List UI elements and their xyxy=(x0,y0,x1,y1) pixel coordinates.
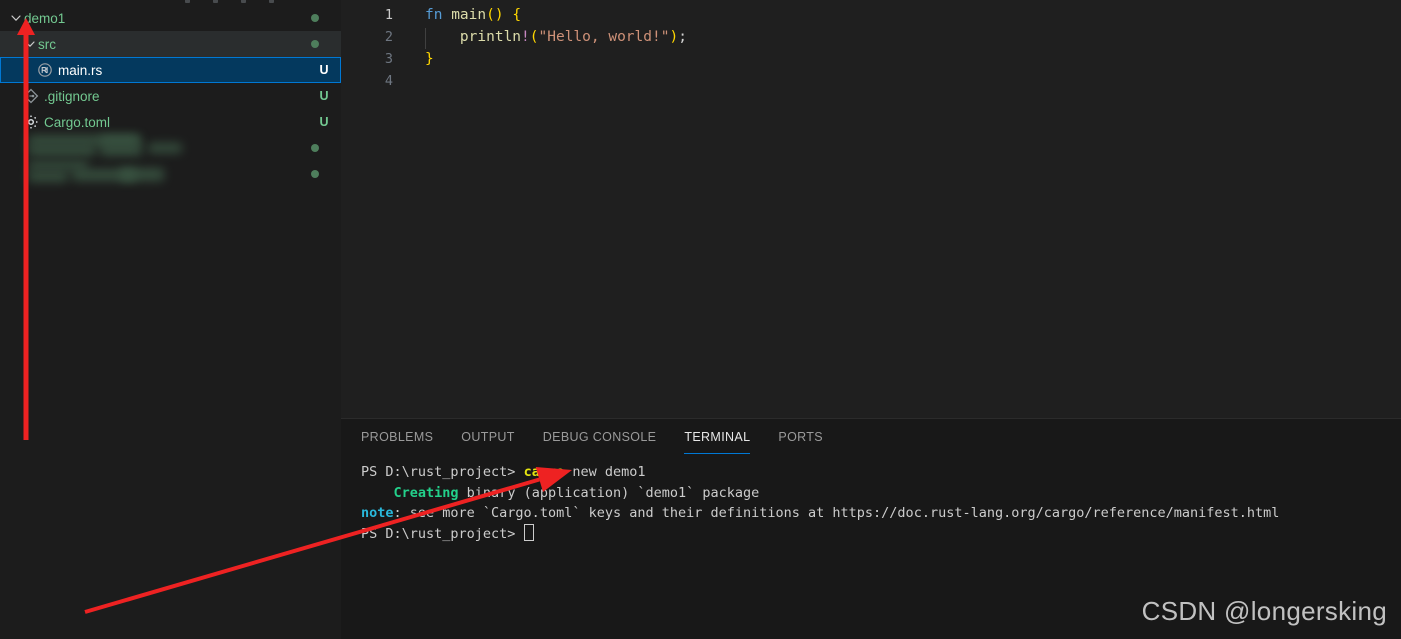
code-token: main xyxy=(451,7,487,23)
new-file-icon[interactable] xyxy=(185,0,190,3)
code-token: ; xyxy=(678,29,687,45)
tree-row-redacted[interactable] xyxy=(0,161,341,187)
redacted-blur xyxy=(28,171,68,182)
panel-tab-terminal[interactable]: TERMINAL xyxy=(684,419,751,454)
redacted-blur xyxy=(100,144,142,156)
rust-file-icon xyxy=(36,62,54,78)
line-number: 4 xyxy=(384,73,393,89)
code-editor[interactable]: 1 fn main() {2 println!("Hello, world!");… xyxy=(341,0,1401,418)
tree-file-cargo-toml[interactable]: Cargo.toml U xyxy=(0,109,341,135)
tree-item-label: demo1 xyxy=(24,10,66,26)
git-status-dot xyxy=(311,40,319,48)
terminal-text: PS D:\rust_project> xyxy=(361,464,524,480)
tree-folder-src[interactable]: src xyxy=(0,31,341,57)
panel-tab-output[interactable]: OUTPUT xyxy=(461,419,515,454)
panel-tab-problems[interactable]: PROBLEMS xyxy=(361,419,433,454)
terminal-line: PS D:\rust_project> xyxy=(361,523,1401,545)
terminal-line: note: see more `Cargo.toml` keys and the… xyxy=(361,503,1401,524)
line-number: 2 xyxy=(384,29,393,45)
git-status-badge: U xyxy=(319,89,329,103)
file-tree: demo1 src main.rs U .gitignore U Cargo.toml U xyxy=(0,5,341,187)
tree-item-label: Cargo.toml xyxy=(44,114,111,130)
code-text: } xyxy=(425,48,434,70)
new-folder-icon[interactable] xyxy=(213,0,218,3)
tree-item-label: src xyxy=(38,36,56,52)
code-token: println xyxy=(459,29,522,45)
tree-row-redacted[interactable] xyxy=(0,135,341,161)
code-token: { xyxy=(512,7,522,23)
panel-tab-debug-console[interactable]: DEBUG CONSOLE xyxy=(543,419,657,454)
chevron-down-icon[interactable] xyxy=(8,10,24,26)
terminal-text: note xyxy=(361,505,394,521)
git-status-badge: U xyxy=(319,115,329,129)
panel-tab-bar: PROBLEMS OUTPUT DEBUG CONSOLE TERMINAL PORTS xyxy=(341,419,851,454)
git-status-dot xyxy=(311,144,319,152)
code-token: () xyxy=(486,7,504,23)
panel-tab-ports[interactable]: PORTS xyxy=(778,419,823,454)
line-number: 1 xyxy=(384,7,393,23)
tree-file--gitignore[interactable]: .gitignore U xyxy=(0,83,341,109)
code-text: println!("Hello, world!"); xyxy=(425,26,687,48)
tree-item-label: main.rs xyxy=(58,62,103,78)
collapse-all-icon[interactable] xyxy=(269,0,274,3)
terminal-text: new demo1 xyxy=(564,464,646,480)
git-status-dot xyxy=(311,170,319,178)
tree-file-main-rs[interactable]: main.rs U xyxy=(0,57,341,83)
code-token: "Hello, world!" xyxy=(538,29,670,45)
redacted-blur xyxy=(28,145,96,156)
watermark: CSDN @longersking xyxy=(1141,596,1387,626)
line-number: 3 xyxy=(384,51,393,67)
code-token: } xyxy=(425,51,434,67)
terminal-text: binary (application) `demo1` package xyxy=(458,484,760,501)
terminal-text: Creating xyxy=(393,484,459,501)
code-text: fn main() { xyxy=(425,4,521,26)
explorer-sidebar: demo1 src main.rs U .gitignore U Cargo.toml U xyxy=(0,0,341,639)
toml-gear-icon xyxy=(22,114,40,130)
tree-folder-demo1[interactable]: demo1 xyxy=(0,5,341,31)
terminal-text: PS D:\rust_project> xyxy=(361,525,524,542)
terminal-text: cargo xyxy=(523,464,565,480)
code-token: fn xyxy=(425,7,443,23)
terminal-text: : see more `Cargo.toml` keys and their d… xyxy=(393,505,1280,521)
redacted-blur xyxy=(100,136,140,144)
git-status-badge: U xyxy=(319,63,329,77)
refresh-icon[interactable] xyxy=(241,0,246,3)
terminal-line: Creating binary (application) `demo1` pa… xyxy=(361,483,1401,504)
code-token: ) xyxy=(669,29,679,45)
chevron-down-icon[interactable] xyxy=(22,36,38,52)
terminal-line: PS D:\rust_project> cargo new demo1 xyxy=(361,462,1401,483)
terminal-cursor xyxy=(523,523,534,541)
git-file-icon xyxy=(22,88,40,104)
tree-item-label: .gitignore xyxy=(44,88,100,104)
vscode-window: demo1 src main.rs U .gitignore U Cargo.toml U 1… xyxy=(0,0,1401,639)
redacted-blur xyxy=(120,168,164,181)
code-token: ! xyxy=(521,29,530,45)
code-token: ( xyxy=(529,29,539,45)
git-status-dot xyxy=(311,14,319,22)
redacted-blur xyxy=(148,143,182,153)
redacted-blur xyxy=(28,161,88,170)
